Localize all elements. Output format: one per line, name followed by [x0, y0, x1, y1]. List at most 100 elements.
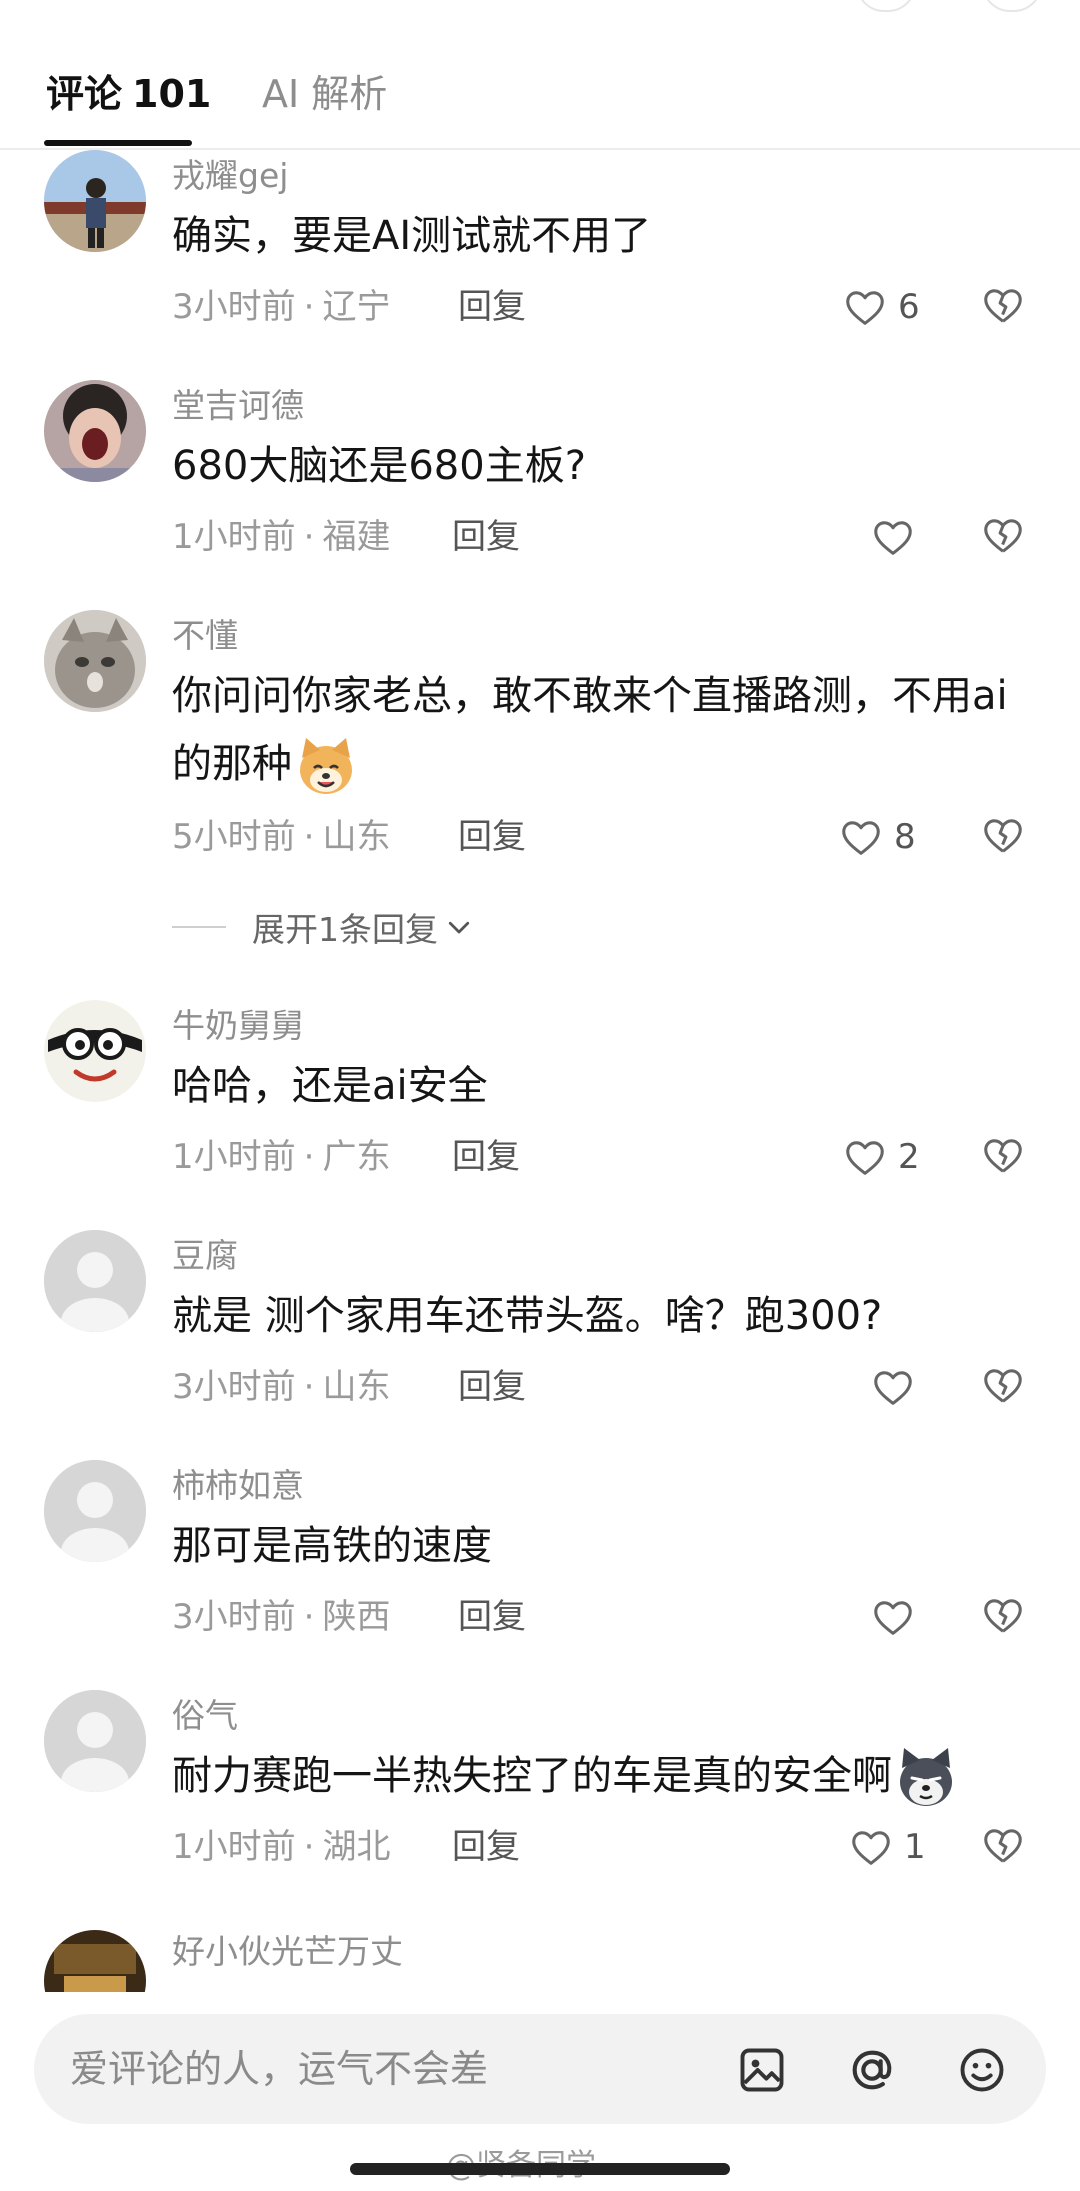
active-tab-indicator	[44, 140, 192, 146]
reply-button[interactable]: 回复	[458, 1364, 526, 1410]
comment-meta: 1小时前 · 广东	[172, 1137, 391, 1177]
comment-text-body: 耐力赛跑一半热失控了的车是真的安全啊	[172, 1753, 892, 1799]
comment-location: 福建	[322, 517, 391, 557]
like-button[interactable]	[870, 512, 916, 562]
header-button-right[interactable]	[982, 0, 1042, 12]
heart-icon	[846, 291, 884, 325]
heart-icon	[852, 1831, 890, 1865]
comment-meta: 3小时前 · 山东	[172, 1367, 391, 1407]
broken-heart-icon[interactable]	[980, 1822, 1026, 1868]
home-indicator	[350, 2163, 730, 2175]
like-count: 6	[898, 287, 920, 327]
comment-location: 陕西	[322, 1597, 391, 1637]
reply-button[interactable]: 回复	[452, 1134, 520, 1180]
comment-username[interactable]: 不懂	[172, 614, 238, 658]
broken-heart-icon[interactable]	[980, 1592, 1026, 1638]
like-count: 1	[904, 1827, 926, 1867]
avatar[interactable]	[44, 150, 146, 252]
comment-meta: 5小时前 · 山东	[172, 817, 391, 857]
heart-icon	[846, 1141, 884, 1175]
reply-button[interactable]: 回复	[458, 1594, 526, 1640]
image-icon[interactable]	[736, 2044, 788, 2096]
tab-ai-analysis[interactable]: AI 解析	[262, 68, 387, 120]
avatar[interactable]	[44, 610, 146, 712]
heart-icon	[842, 821, 880, 855]
avatar[interactable]	[44, 1230, 146, 1332]
comment-location: 辽宁	[322, 287, 391, 327]
reply-button[interactable]: 回复	[452, 1824, 520, 1870]
emoji-icon[interactable]	[956, 2044, 1008, 2096]
header-button-left[interactable]	[856, 0, 916, 12]
like-button[interactable]: 8	[838, 812, 916, 862]
avatar[interactable]	[44, 380, 146, 482]
tab-comments-label: 评论	[46, 72, 123, 116]
heart-icon	[874, 521, 912, 555]
comment-username[interactable]: 柿柿如意	[172, 1464, 304, 1508]
comment-meta: 3小时前 · 辽宁	[172, 287, 391, 327]
expand-replies-button[interactable]: 展开1条回复	[172, 902, 474, 952]
comment-text: 680大脑还是680主板?	[172, 443, 586, 489]
tab-comments-count: 101	[132, 72, 212, 116]
comment-time: 5小时前	[172, 817, 296, 857]
reply-button[interactable]: 回复	[452, 514, 520, 560]
like-button[interactable]: 1	[848, 1822, 926, 1872]
comment-location: 山东	[322, 817, 391, 857]
heart-icon	[874, 1371, 912, 1405]
default-avatar-icon	[44, 1460, 146, 1562]
comment-time: 3小时前	[172, 1597, 296, 1637]
broken-heart-icon[interactable]	[980, 1362, 1026, 1408]
like-button[interactable]: 2	[842, 1132, 920, 1182]
reply-button[interactable]: 回复	[458, 284, 526, 330]
header-remnants	[0, 0, 1080, 14]
comment-input-bar[interactable]: 爱评论的人，运气不会差	[34, 2014, 1046, 2124]
like-button[interactable]: 6	[842, 282, 920, 332]
comment-location: 湖北	[322, 1827, 391, 1867]
avatar[interactable]	[44, 1460, 146, 1562]
comment-text: 就是 测个家用车还带头盔。啥？跑300?	[172, 1293, 883, 1339]
smirking-dog-emoji-icon	[900, 1748, 952, 1806]
broken-heart-icon[interactable]	[980, 812, 1026, 858]
comment-meta: 3小时前 · 陕西	[172, 1597, 391, 1637]
comment-text: 耐力赛跑一半热失控了的车是真的安全啊	[172, 1742, 1022, 1810]
comment-item: 好小伙光芒万丈	[0, 1930, 1080, 1992]
like-button[interactable]	[870, 1362, 916, 1412]
comment-username[interactable]: 牛奶舅舅	[172, 1004, 304, 1048]
comment-text: 确实，要是AI测试就不用了	[172, 213, 652, 259]
watermark: @贤备同学	[446, 2140, 596, 2184]
avatar[interactable]	[44, 1930, 146, 1992]
comment-meta: 1小时前 · 湖北	[172, 1827, 391, 1867]
comment-time: 1小时前	[172, 1827, 296, 1867]
at-icon[interactable]	[846, 2044, 898, 2096]
chevron-down-icon	[448, 921, 470, 934]
comment-username[interactable]: 好小伙光芒万丈	[172, 1930, 403, 1974]
reply-button[interactable]: 回复	[458, 814, 526, 860]
like-count: 8	[894, 817, 916, 857]
comment-text: 哈哈，还是ai安全	[172, 1063, 488, 1109]
comment-text: 那可是高铁的速度	[172, 1523, 492, 1569]
comment-input[interactable]: 爱评论的人，运气不会差	[70, 2043, 488, 2095]
like-button[interactable]	[870, 1592, 916, 1642]
default-avatar-icon	[44, 1690, 146, 1792]
avatar[interactable]	[44, 1690, 146, 1792]
comment-username[interactable]: 戎耀gej	[172, 154, 288, 198]
comment-username[interactable]: 堂吉诃德	[172, 384, 304, 428]
expand-divider	[172, 926, 226, 928]
comment-location: 广东	[322, 1137, 391, 1177]
comment-time: 1小时前	[172, 1137, 296, 1177]
comment-username[interactable]: 豆腐	[172, 1234, 238, 1278]
tab-comments[interactable]: 评论 101	[46, 68, 211, 120]
default-avatar-icon	[44, 1230, 146, 1332]
expand-replies-label: 展开1条回复	[252, 910, 438, 949]
broken-heart-icon[interactable]	[980, 282, 1026, 328]
comment-username[interactable]: 俗气	[172, 1694, 238, 1738]
doge-emoji-icon	[300, 738, 352, 794]
comment-time: 1小时前	[172, 517, 296, 557]
comment-time: 3小时前	[172, 287, 296, 327]
comment-location: 山东	[322, 1367, 391, 1407]
comment-time: 3小时前	[172, 1367, 296, 1407]
heart-icon	[874, 1601, 912, 1635]
broken-heart-icon[interactable]	[980, 512, 1026, 558]
comment-tabs: 评论 101 AI 解析	[0, 48, 1080, 150]
broken-heart-icon[interactable]	[980, 1132, 1026, 1178]
avatar[interactable]	[44, 1000, 146, 1102]
